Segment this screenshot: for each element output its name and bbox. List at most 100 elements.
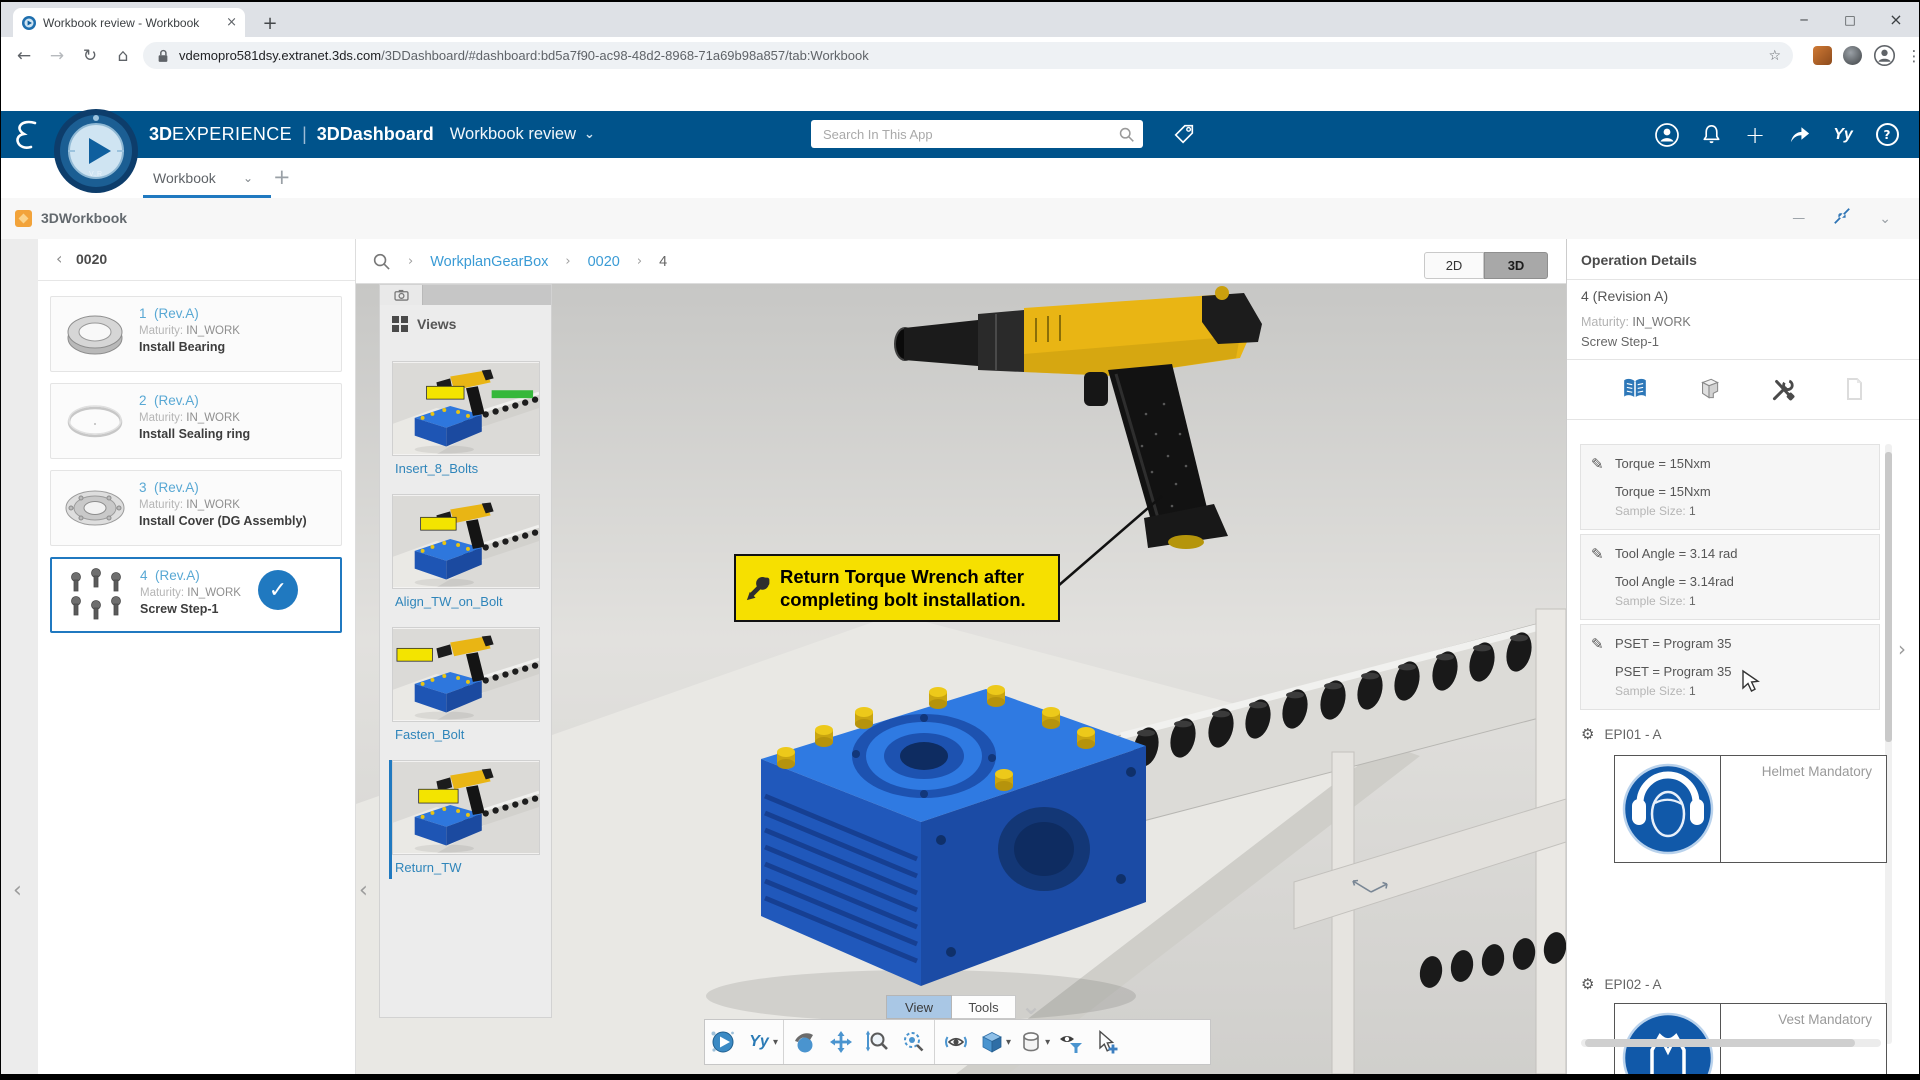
dropdown-caret-icon[interactable]: ▾ bbox=[773, 1037, 778, 1048]
add-dashboard-tab-button[interactable]: + bbox=[273, 158, 291, 198]
app-search-box[interactable] bbox=[811, 120, 1143, 148]
operation-card-2[interactable]: 2 (Rev.A) Maturity: IN_WORK Install Seal… bbox=[50, 383, 342, 459]
window-maximize-button[interactable]: □ bbox=[1827, 2, 1873, 37]
render-style-cylinder-button[interactable] bbox=[1013, 1022, 1049, 1062]
operation-card-3[interactable]: 3 (Rev.A) Maturity: IN_WORK Install Cove… bbox=[50, 470, 342, 546]
collapse-left-gutter-chevron[interactable]: ‹ bbox=[13, 880, 22, 902]
maturity-label: Maturity: bbox=[139, 499, 184, 511]
extension-icon[interactable] bbox=[1843, 46, 1862, 65]
add-content-icon[interactable]: + bbox=[1741, 121, 1769, 149]
operation-details-title: Operation Details bbox=[1581, 252, 1697, 268]
collapse-views-chevron[interactable]: ‹ bbox=[359, 880, 368, 902]
operation-card-1[interactable]: 1 (Rev.A) Maturity: IN_WORK Install Bear… bbox=[50, 296, 342, 372]
turn-head-button[interactable] bbox=[938, 1022, 974, 1062]
view-item-return-tw-selected[interactable]: Return_TW bbox=[389, 760, 543, 879]
completed-check-badge: ✓ bbox=[258, 570, 298, 610]
operation-card-4-selected[interactable]: 4 (Rev.A) Maturity: IN_WORK Screw Step-1… bbox=[50, 557, 342, 633]
annotation-note[interactable]: Return Torque Wrench after completing bo… bbox=[734, 554, 1060, 622]
operation-name: Install Bearing bbox=[139, 340, 226, 354]
view-item-align-tw-on-bolt[interactable]: Align_TW_on_Bolt bbox=[391, 494, 543, 613]
breadcrumb-workplan-link[interactable]: WorkplanGearBox bbox=[430, 254, 548, 270]
details-horizontal-scrollbar[interactable] bbox=[1581, 1039, 1881, 1047]
views-panel-title: Views bbox=[417, 316, 457, 332]
measurement-card-pset[interactable]: ✎ PSET = Program 35 PSET = Program 35 Sa… bbox=[1580, 624, 1880, 710]
view-item-label[interactable]: Insert_8_Bolts bbox=[392, 456, 543, 480]
browser-tab[interactable]: Workbook review - Workbook × bbox=[13, 8, 245, 37]
toggle-3d-button[interactable]: 3D bbox=[1484, 252, 1548, 279]
breadcrumb-0020-link[interactable]: 0020 bbox=[588, 254, 620, 270]
dropdown-caret-icon[interactable]: ▾ bbox=[1006, 1037, 1011, 1048]
bookmark-star-icon[interactable]: ☆ bbox=[1768, 48, 1781, 64]
new-tab-button[interactable]: + bbox=[257, 10, 283, 36]
forward-button[interactable]: → bbox=[42, 37, 72, 74]
tab-workbook[interactable]: Workbook bbox=[153, 158, 216, 198]
maturity-value: IN_WORK bbox=[186, 499, 240, 511]
back-chevron-icon[interactable]: ‹ bbox=[56, 239, 62, 280]
sample-size-label: Sample Size: bbox=[1615, 594, 1686, 608]
zoom-button[interactable] bbox=[859, 1022, 895, 1062]
operation-number: 3 bbox=[139, 480, 147, 495]
reload-button[interactable]: ↻ bbox=[75, 37, 105, 74]
select-add-cursor-button[interactable] bbox=[1088, 1022, 1124, 1062]
back-button[interactable]: ← bbox=[9, 37, 39, 74]
viewport-tab-tools[interactable]: Tools bbox=[952, 995, 1016, 1019]
tab-workbook-chevron-icon[interactable]: ⌄ bbox=[243, 158, 253, 198]
fit-all-button[interactable] bbox=[895, 1022, 931, 1062]
view-item-insert-8-bolts[interactable]: Insert_8_Bolts bbox=[391, 361, 543, 480]
share-icon[interactable] bbox=[1785, 121, 1813, 149]
maturity-label: Maturity: bbox=[139, 412, 184, 424]
browser-menu-kebab-icon[interactable]: ⋮ bbox=[1899, 37, 1920, 74]
breadcrumb-search-icon[interactable] bbox=[372, 252, 391, 271]
pencil-icon: ✎ bbox=[1591, 455, 1604, 473]
view-item-label[interactable]: Align_TW_on_Bolt bbox=[392, 589, 543, 613]
views-camera-tab[interactable] bbox=[380, 285, 423, 305]
address-bar[interactable]: vdemopro581dsy.extranet.3ds.com/3DDashbo… bbox=[143, 42, 1793, 69]
help-icon[interactable]: ? bbox=[1873, 121, 1901, 149]
operation-name: Install Sealing ring bbox=[139, 427, 251, 441]
measurement-card-tool-angle[interactable]: ✎ Tool Angle = 3.14 rad Tool Angle = 3.1… bbox=[1580, 534, 1880, 620]
viewport-tabs-chevron-icon[interactable]: ⌄ bbox=[1021, 992, 1041, 1020]
window-minimize-button[interactable]: ─ bbox=[1781, 2, 1827, 37]
view-item-label[interactable]: Return_TW bbox=[392, 855, 543, 879]
tools-tab[interactable] bbox=[1768, 376, 1796, 402]
window-close-button[interactable]: × bbox=[1873, 2, 1919, 37]
widget-minimize-button[interactable]: — bbox=[1792, 211, 1805, 226]
compass-play-button[interactable] bbox=[705, 1022, 741, 1062]
compass-yy-tool-button[interactable]: Yy bbox=[741, 1022, 777, 1062]
user-profile-icon[interactable] bbox=[1653, 121, 1681, 149]
widget-expand-chevron-icon[interactable]: ⌄ bbox=[1879, 211, 1891, 227]
dashboard-title[interactable]: Workbook review bbox=[450, 125, 576, 144]
viewport-tab-view[interactable]: View bbox=[886, 995, 952, 1019]
details-vertical-scrollbar[interactable] bbox=[1885, 444, 1892, 1044]
tag-button[interactable] bbox=[1169, 119, 1199, 149]
expand-right-panel-chevron[interactable]: › bbox=[1898, 639, 1906, 659]
profile-avatar[interactable] bbox=[1873, 44, 1896, 72]
notifications-bell-icon[interactable] bbox=[1697, 121, 1725, 149]
measurement-card-torque[interactable]: ✎ Torque = 15Nxm Torque = 15Nxm Sample S… bbox=[1580, 444, 1880, 530]
instructions-book-tab[interactable] bbox=[1620, 376, 1650, 402]
part-shape-tab[interactable] bbox=[1695, 376, 1723, 402]
dashboard-title-chevron-icon[interactable]: ⌄ bbox=[584, 127, 595, 142]
breadcrumb-current: 4 bbox=[659, 253, 668, 270]
search-icon[interactable] bbox=[1118, 126, 1135, 143]
sample-size-value: 1 bbox=[1689, 684, 1696, 698]
iso-view-cube-button[interactable] bbox=[974, 1022, 1010, 1062]
breadcrumb-chevron-icon: › bbox=[565, 254, 571, 269]
hide-show-filter-button[interactable] bbox=[1052, 1022, 1088, 1062]
document-tab-disabled[interactable] bbox=[1841, 376, 1867, 402]
widget-collapse-button[interactable] bbox=[1833, 207, 1851, 230]
compass-yy-icon[interactable]: Yy bbox=[1829, 121, 1857, 149]
tab-close-icon[interactable]: × bbox=[226, 15, 237, 30]
browser-window: Workbook review - Workbook × + ─ □ × ← →… bbox=[1, 2, 1919, 1074]
dropdown-caret-icon[interactable]: ▾ bbox=[1045, 1037, 1050, 1048]
toggle-2d-button[interactable]: 2D bbox=[1424, 252, 1484, 279]
compass-logo[interactable]: V.R bbox=[53, 108, 139, 194]
pan-button[interactable] bbox=[823, 1022, 859, 1062]
maturity-label: Maturity: bbox=[140, 587, 185, 599]
home-button[interactable]: ⌂ bbox=[108, 37, 138, 74]
search-input[interactable] bbox=[821, 125, 1118, 143]
extension-icon[interactable] bbox=[1813, 46, 1832, 65]
view-item-label[interactable]: Fasten_Bolt bbox=[392, 722, 543, 746]
rotate-hand-button[interactable] bbox=[787, 1022, 823, 1062]
view-item-fasten-bolt[interactable]: Fasten_Bolt bbox=[391, 627, 543, 746]
